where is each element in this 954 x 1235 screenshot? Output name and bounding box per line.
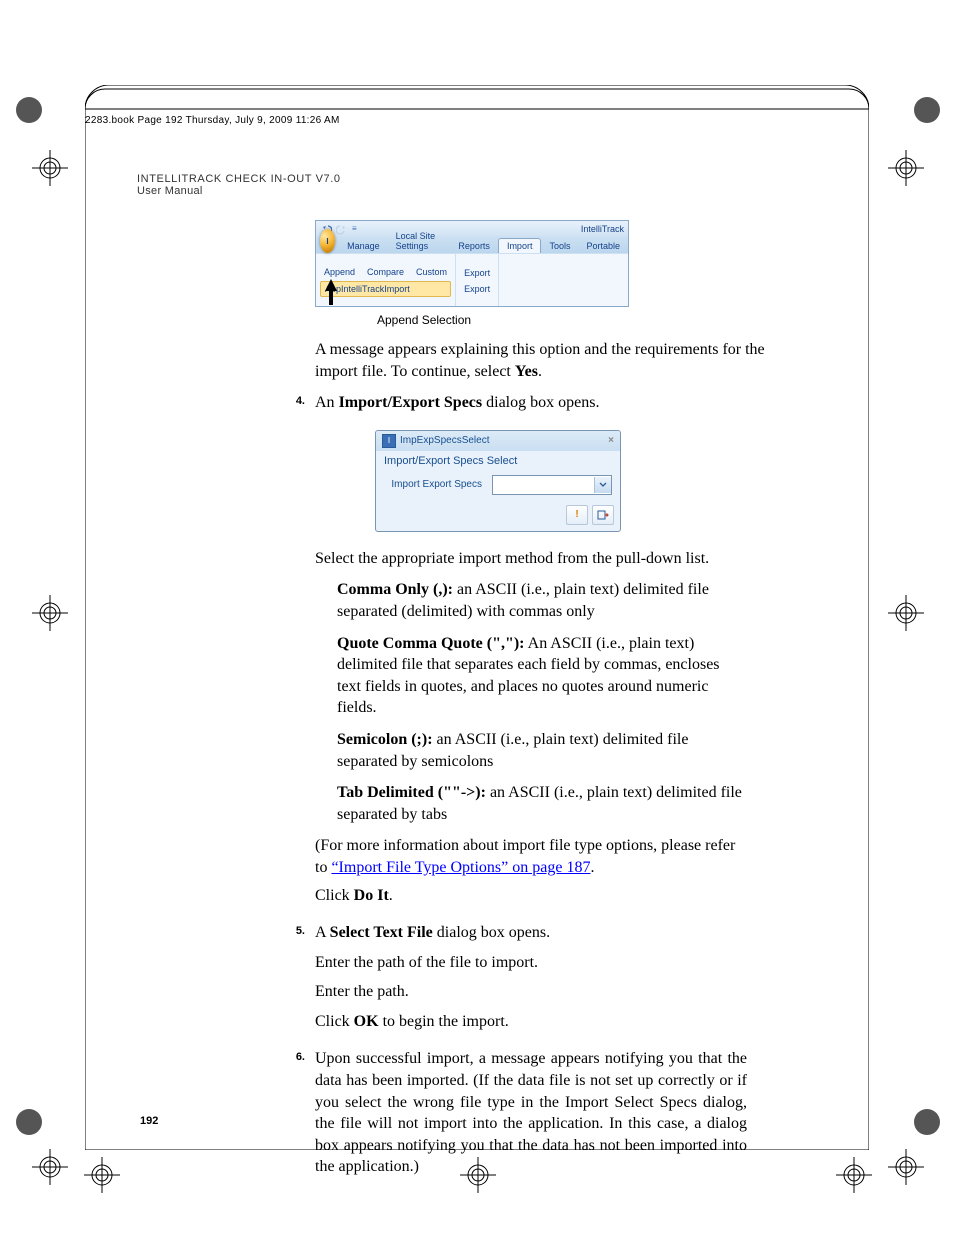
title-line-2: User Manual bbox=[137, 185, 341, 197]
registration-crosshair-icon bbox=[32, 595, 68, 631]
ribbon-export-button[interactable]: Export bbox=[460, 266, 494, 280]
tab-portable[interactable]: Portable bbox=[578, 239, 628, 253]
tab-reports[interactable]: Reports bbox=[450, 239, 498, 253]
page-number: 192 bbox=[140, 1115, 158, 1127]
registration-crosshair-icon bbox=[888, 1149, 924, 1185]
tab-manage[interactable]: Manage bbox=[339, 239, 388, 253]
more-info-paragraph: (For more information about import file … bbox=[315, 835, 747, 878]
ribbon-custom-button[interactable]: Custom bbox=[412, 265, 451, 279]
ribbon-append-button[interactable]: Append bbox=[320, 265, 359, 279]
registration-crosshair-icon bbox=[32, 1149, 68, 1185]
ribbon-compare-button[interactable]: Compare bbox=[363, 265, 408, 279]
option-comma-only: Comma Only (,): an ASCII (i.e., plain te… bbox=[337, 579, 747, 622]
office-orb-icon[interactable]: I bbox=[320, 229, 335, 253]
dialog-exit-button[interactable] bbox=[592, 505, 614, 525]
step-6-text: Upon successful import, a message appear… bbox=[315, 1048, 747, 1178]
page-header-line: 2283.book Page 192 Thursday, July 9, 200… bbox=[85, 115, 445, 126]
registration-solid-dot bbox=[914, 97, 940, 123]
registration-crosshair-icon bbox=[32, 150, 68, 186]
step-5-enter-path: Enter the path. bbox=[315, 981, 747, 1003]
chevron-down-icon[interactable] bbox=[594, 477, 611, 493]
xref-import-file-type-options[interactable]: “Import File Type Options” on page 187 bbox=[331, 859, 590, 876]
registration-solid-dot bbox=[914, 1109, 940, 1135]
option-tab-delimited: Tab Delimited (""->): an ASCII (i.e., pl… bbox=[337, 782, 747, 825]
ribbon-brand: IntelliTrack bbox=[581, 224, 624, 234]
click-do-it-text: Click Do It. bbox=[315, 885, 747, 907]
append-selection-caption: Append Selection bbox=[377, 313, 787, 327]
dialog-title-text: ImpExpSpecsSelect bbox=[400, 435, 490, 446]
ribbon-export-button-2[interactable]: Export bbox=[460, 282, 494, 296]
import-export-specs-dropdown[interactable] bbox=[492, 475, 612, 495]
option-quote-comma-quote: Quote Comma Quote (","): An ASCII (i.e.,… bbox=[337, 633, 747, 719]
registration-crosshair-icon bbox=[836, 1157, 872, 1193]
step-5-click-ok: Click OK to begin the import. bbox=[315, 1011, 747, 1033]
step-5-text: A Select Text File dialog box opens. bbox=[315, 922, 747, 944]
tab-tools[interactable]: Tools bbox=[541, 239, 578, 253]
import-export-specs-dialog: I ImpExpSpecsSelect × Import/Export Spec… bbox=[375, 430, 621, 532]
option-semicolon: Semicolon (;): an ASCII (i.e., plain tex… bbox=[337, 729, 747, 772]
select-method-text: Select the appropriate import method fro… bbox=[315, 548, 747, 570]
ribbon-screenshot: ≡ IntelliTrack I Manage Local Site Setti… bbox=[315, 220, 629, 307]
dialog-subtitle: Import/Export Specs Select bbox=[376, 451, 620, 471]
dialog-close-icon[interactable]: × bbox=[608, 435, 614, 446]
append-arrow-callout-icon bbox=[322, 279, 340, 307]
title-line-1: INTELLITRACK CHECK IN-OUT V7.0 bbox=[137, 173, 341, 185]
step-5-enter-path-file: Enter the path of the file to import. bbox=[315, 952, 747, 974]
registration-solid-dot bbox=[16, 1109, 42, 1135]
message-paragraph: A message appears explaining this option… bbox=[315, 339, 787, 382]
registration-crosshair-icon bbox=[888, 595, 924, 631]
tab-import[interactable]: Import bbox=[498, 238, 542, 253]
step-number-6: 6. bbox=[281, 1048, 315, 1178]
doc-title: INTELLITRACK CHECK IN-OUT V7.0 User Manu… bbox=[137, 173, 341, 197]
step-number-4: 4. bbox=[281, 392, 315, 914]
registration-solid-dot bbox=[16, 97, 42, 123]
tab-local-site-settings[interactable]: Local Site Settings bbox=[388, 229, 451, 253]
registration-crosshair-icon bbox=[84, 1157, 120, 1193]
dialog-do-it-button[interactable]: ! bbox=[566, 505, 588, 525]
registration-crosshair-icon bbox=[888, 150, 924, 186]
step-number-5: 5. bbox=[281, 922, 315, 1040]
dialog-app-icon: I bbox=[382, 434, 396, 448]
step-4-text: An Import/Export Specs dialog box opens. bbox=[315, 392, 747, 414]
redo-icon[interactable] bbox=[336, 223, 348, 235]
dialog-dropdown-label: Import Export Specs bbox=[384, 479, 486, 490]
